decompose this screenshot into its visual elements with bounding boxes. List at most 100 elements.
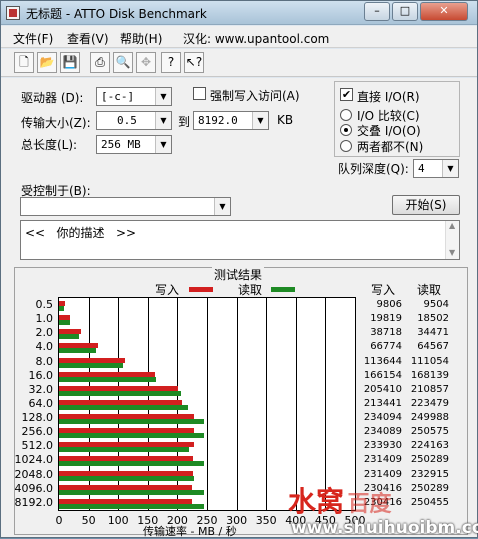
read-value: 111054 [410,355,449,367]
write-value: 234089 [363,426,402,438]
read-bar [59,404,189,410]
chevron-down-icon: ▼ [155,112,171,129]
watermark: 水窝 百度 [288,480,392,520]
write-value: 205410 [363,383,402,395]
drive-select[interactable]: [-c-] ▼ [96,87,172,106]
minimize-button[interactable]: – [364,2,390,21]
x-tick-label: 100 [107,514,129,527]
main-panel: 驱动器 (D): [-c-] ▼ 强制写入访问(A) ✔ 直接 I/O(R) I… [1,78,478,538]
app-icon [6,6,20,20]
category-label: 8192.0 [14,495,54,509]
menu-help[interactable]: 帮助(H) [120,30,162,47]
category-label: 128.0 [21,411,54,425]
scroll-up-icon[interactable]: ▲ [449,221,455,230]
start-button[interactable]: 开始(S) [392,195,460,215]
help-icon[interactable]: ? [161,52,181,73]
x-tick-label: 0 [55,514,63,527]
column-write-header: 写入 [371,283,396,297]
category-label: 4096.0 [14,481,54,495]
category-label: 0.5 [35,298,54,311]
read-bar [59,362,124,368]
print-preview-icon[interactable]: 🔍 [113,52,133,73]
neither-radio[interactable] [340,140,352,152]
read-bar [59,348,97,354]
read-bar [59,447,189,453]
write-value: 9806 [376,299,402,310]
toolbar: 🗋 📂 💾 ⎙ 🔍 ✥ ? ↖? [1,49,477,77]
chart-plot-area [58,297,356,511]
kb-unit-label: KB [277,113,294,127]
io-compare-radio[interactable] [340,109,352,121]
write-value: 234094 [363,412,402,424]
x-axis-title: 传输速率 - MB / 秒 [143,525,237,538]
direct-io-checkbox[interactable]: ✔ [340,88,353,101]
write-value: 38718 [370,327,402,339]
read-value: 232915 [410,468,449,480]
gridline [295,298,297,510]
transfer-from-select[interactable]: 0.5 ▼ [96,111,172,130]
chevron-down-icon: ▼ [155,136,171,153]
write-value: 66774 [370,341,402,353]
category-label: 256.0 [21,425,54,439]
move-icon: ✥ [136,52,156,73]
legend-write-label: 写入 [155,283,180,297]
category-label: 8.0 [35,354,54,368]
category-label: 32.0 [28,382,54,396]
queue-depth-select[interactable]: 4 ▼ [413,159,459,178]
category-label: 512.0 [21,439,54,453]
menu-localized[interactable]: 汉化: www.upantool.com [183,30,329,47]
category-label: 1.0 [35,312,54,326]
description-scrollbar[interactable]: ▲ ▼ [445,221,459,259]
transfer-size-label: 传输大小(Z): [21,116,91,130]
description-field[interactable]: << 你的描述 >> ▲ ▼ [20,220,460,260]
read-bar [59,390,181,396]
legend-read-label: 读取 [238,283,263,297]
watermark-brand-tail: 百度 [347,492,392,517]
read-bar [59,475,194,481]
write-value: 166154 [363,369,402,381]
read-bar [59,461,204,467]
gridline [266,298,268,510]
chevron-down-icon: ▼ [214,198,230,215]
read-value: 210857 [410,383,449,395]
read-value: 250575 [410,426,449,438]
category-label: 4.0 [35,340,54,354]
neither-label: 两者都不(N) [357,140,424,154]
open-icon[interactable]: 📂 [37,52,57,73]
title-bar[interactable]: 无标题 - ATTO Disk Benchmark – □ ✕ [1,1,477,25]
category-label: 16.0 [28,368,54,382]
read-value: 250289 [410,454,449,466]
x-tick-label: 350 [255,514,277,527]
menu-file[interactable]: 文件(F) [13,30,53,47]
close-button[interactable]: ✕ [420,2,468,21]
menu-view[interactable]: 查看(V) [67,30,109,47]
force-write-checkbox[interactable] [193,87,206,100]
read-value: 224163 [410,440,449,452]
window-title: 无标题 - ATTO Disk Benchmark [26,7,207,21]
new-icon[interactable]: 🗋 [14,52,34,73]
print-icon[interactable]: ⎙ [90,52,110,73]
direct-io-label: 直接 I/O(R) [357,90,420,104]
watermark-url: www.shuihuoibm.com [291,518,478,538]
description-text: << 你的描述 >> [25,226,137,240]
controlled-by-select[interactable]: ▼ [20,197,231,216]
read-value: 34471 [417,327,449,339]
write-value: 231409 [363,468,402,480]
gridline [325,298,327,510]
read-value: 249988 [410,412,449,424]
read-bar [59,433,204,439]
read-value: 223479 [410,397,449,409]
total-length-select[interactable]: 256 MB ▼ [96,135,172,154]
results-group: 测试结果 写入 读取 写入 读取 0.5 1.0 2.0 4.0 8.0 16.0 32.0… [14,266,468,538]
scroll-down-icon[interactable]: ▼ [449,248,455,257]
transfer-to-select[interactable]: 8192.0 ▼ [193,111,269,130]
overlapped-io-radio[interactable] [340,124,352,136]
write-value: 113644 [363,355,402,367]
legend-write-swatch [189,287,213,292]
maximize-button[interactable]: □ [392,2,418,21]
read-value: 9504 [423,299,449,310]
save-icon[interactable]: 💾 [60,52,80,73]
read-bar [59,376,157,382]
context-help-icon[interactable]: ↖? [184,52,204,73]
total-length-label: 总长度(L): [21,138,78,152]
